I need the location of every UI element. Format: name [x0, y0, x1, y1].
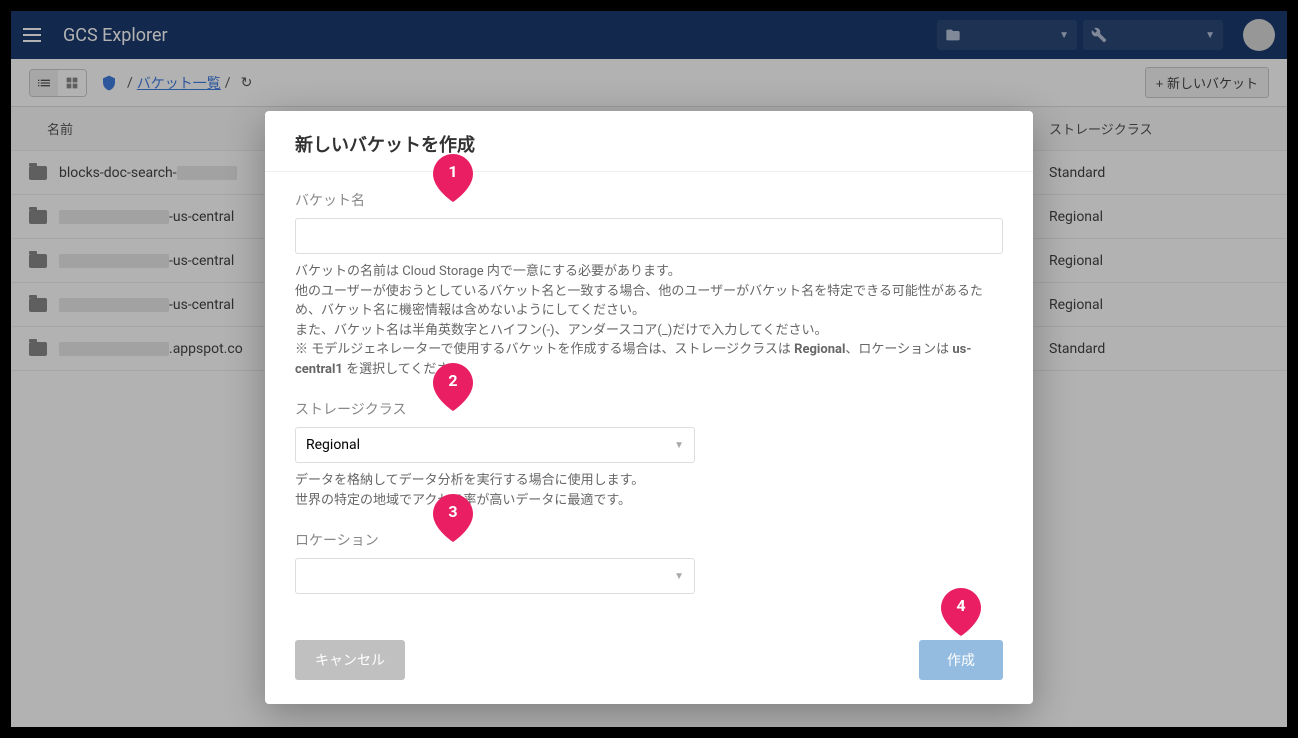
location-section: ロケーション ▼ 3 — [295, 530, 1003, 594]
modal-header: 新しいバケットを作成 — [265, 111, 1033, 172]
storage-class-section: ストレージクラス Regional ▼ データを格納してデータ分析を実行する場合… — [295, 399, 1003, 510]
help-text: データを格納してデータ分析を実行する場合に使用します。 世界の特定の地域でアクセ… — [295, 471, 1003, 510]
bucket-name-input[interactable] — [295, 218, 1003, 254]
chevron-down-icon: ▼ — [674, 440, 684, 451]
location-label: ロケーション — [295, 530, 1003, 550]
create-bucket-modal: 新しいバケットを作成 バケット名 バケットの名前は Cloud Storage … — [265, 111, 1033, 704]
select-value: Regional — [306, 437, 674, 453]
cancel-button[interactable]: キャンセル — [295, 640, 405, 680]
create-button[interactable]: 作成 — [919, 640, 1003, 680]
location-select[interactable]: ▼ — [295, 558, 695, 594]
modal-title: 新しいバケットを作成 — [295, 131, 1003, 157]
storage-class-label: ストレージクラス — [295, 399, 1003, 419]
bucket-name-section: バケット名 バケットの名前は Cloud Storage 内で一意にする必要があ… — [295, 190, 1003, 379]
help-text: バケットの名前は Cloud Storage 内で一意にする必要があります。 他… — [295, 262, 1003, 379]
modal-footer: キャンセル 作成 4 — [265, 624, 1033, 704]
storage-class-select[interactable]: Regional ▼ — [295, 427, 695, 463]
bucket-name-label: バケット名 — [295, 190, 1003, 210]
chevron-down-icon: ▼ — [674, 571, 684, 582]
